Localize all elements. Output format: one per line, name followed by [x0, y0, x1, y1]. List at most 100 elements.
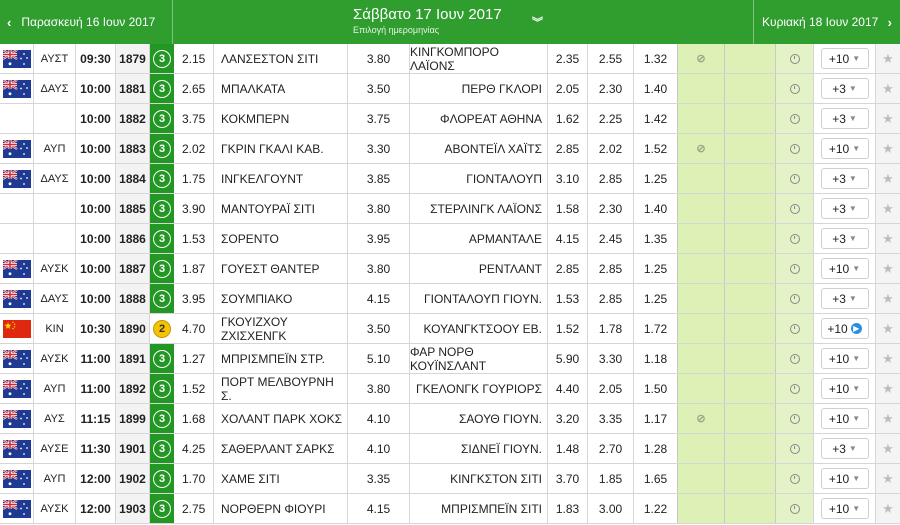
odd-under-button[interactable]: 3.30: [588, 344, 634, 373]
schedule-cell[interactable]: [776, 404, 814, 433]
favourite-button[interactable]: ★: [876, 284, 900, 313]
odd-home-button[interactable]: 1.53: [174, 224, 214, 253]
odd-draw-button[interactable]: 3.80: [348, 254, 410, 283]
odd-away-button[interactable]: 2.85: [548, 254, 588, 283]
odd-under-button[interactable]: 2.55: [588, 44, 634, 73]
more-markets-button[interactable]: +3 ▼: [820, 198, 869, 219]
odd-under-button[interactable]: 2.02: [588, 134, 634, 163]
odd-away-button[interactable]: 1.52: [548, 314, 588, 343]
more-markets-button[interactable]: +3 ▼: [820, 78, 869, 99]
odd-over-button[interactable]: 1.25: [634, 284, 677, 313]
match-row[interactable]: ΔΑΥΣ 10:00 1888 3 3.95 ΣΟΥΜΠΙΑΚΟ 4.15 ΓΙΟΝΤΑΛΟΥ…: [0, 284, 900, 314]
favourite-button[interactable]: ★: [876, 74, 900, 103]
odd-home-button[interactable]: 1.70: [174, 464, 214, 493]
odd-home-button[interactable]: 3.75: [174, 104, 214, 133]
odd-draw-button[interactable]: 3.75: [348, 104, 410, 133]
odd-draw-button[interactable]: 3.35: [348, 464, 410, 493]
favourite-button[interactable]: ★: [876, 134, 900, 163]
more-markets-button[interactable]: +10 ▼: [820, 258, 869, 279]
odd-draw-button[interactable]: 5.10: [348, 344, 410, 373]
more-markets-button[interactable]: +10 ▼: [820, 348, 869, 369]
favourite-button[interactable]: ★: [876, 374, 900, 403]
favourite-button[interactable]: ★: [876, 494, 900, 523]
odd-under-button[interactable]: 2.45: [588, 224, 634, 253]
favourite-button[interactable]: ★: [876, 194, 900, 223]
schedule-cell[interactable]: [776, 464, 814, 493]
odd-under-button[interactable]: 2.05: [588, 374, 634, 403]
odd-away-button[interactable]: 1.83: [548, 494, 588, 523]
odd-draw-button[interactable]: 3.50: [348, 314, 410, 343]
odd-over-button[interactable]: 1.28: [634, 434, 677, 463]
odd-home-button[interactable]: 2.15: [174, 44, 214, 73]
prev-day-button[interactable]: ‹ Παρασκευή 16 Ιουν 2017: [0, 0, 173, 44]
schedule-cell[interactable]: [776, 374, 814, 403]
odd-over-button[interactable]: 1.65: [634, 464, 677, 493]
match-row[interactable]: ΑΥΣΕ 11:30 1901 3 4.25 ΣΑΘΕΡΛΑΝΤ ΣΑΡΚΣ 4.10 ΣΙΔ…: [0, 434, 900, 464]
odd-over-button[interactable]: 1.52: [634, 134, 677, 163]
schedule-cell[interactable]: [776, 44, 814, 73]
odd-draw-button[interactable]: 3.50: [348, 74, 410, 103]
odd-under-button[interactable]: 1.78: [588, 314, 634, 343]
more-markets-button[interactable]: +3 ▼: [820, 108, 869, 129]
match-row[interactable]: ΑΥΠ 10:00 1883 3 2.02 ΓΚΡΙΝ ΓΚΑΛΙ ΚΑΒ. 3.30 ΑΒΟ…: [0, 134, 900, 164]
odd-away-button[interactable]: 3.20: [548, 404, 588, 433]
schedule-cell[interactable]: [776, 104, 814, 133]
favourite-button[interactable]: ★: [876, 314, 900, 343]
odd-over-button[interactable]: 1.25: [634, 254, 677, 283]
odd-over-button[interactable]: 1.42: [634, 104, 677, 133]
next-day-button[interactable]: Κυριακή 18 Ιουν 2017 ›: [753, 0, 900, 44]
odd-home-button[interactable]: 1.75: [174, 164, 214, 193]
more-markets-button[interactable]: +10 ▼: [820, 378, 869, 399]
match-row[interactable]: ΑΥΠ 12:00 1902 3 1.70 ΧΑΜΕ ΣΙΤΙ 3.35 ΚΙΝΓΚΣΤΟΝ …: [0, 464, 900, 494]
favourite-button[interactable]: ★: [876, 224, 900, 253]
more-markets-button[interactable]: +3 ▼: [820, 438, 869, 459]
more-markets-button[interactable]: +3 ▼: [820, 168, 869, 189]
odd-under-button[interactable]: 1.85: [588, 464, 634, 493]
schedule-cell[interactable]: [776, 284, 814, 313]
odd-draw-button[interactable]: 3.80: [348, 44, 410, 73]
match-row[interactable]: ΑΥΠ 11:00 1892 3 1.52 ΠΟΡΤ ΜΕΛΒΟΥΡΝΗ Σ. 3.80 ΓΚ…: [0, 374, 900, 404]
odd-under-button[interactable]: 2.85: [588, 284, 634, 313]
odd-away-button[interactable]: 2.85: [548, 134, 588, 163]
odd-away-button[interactable]: 4.40: [548, 374, 588, 403]
odd-draw-button[interactable]: 3.85: [348, 164, 410, 193]
odd-home-button[interactable]: 1.68: [174, 404, 214, 433]
more-markets-button[interactable]: +10 ▼: [820, 468, 869, 489]
odd-over-button[interactable]: 1.25: [634, 164, 677, 193]
odd-under-button[interactable]: 2.30: [588, 194, 634, 223]
odd-draw-button[interactable]: 3.95: [348, 224, 410, 253]
odd-away-button[interactable]: 2.35: [548, 44, 588, 73]
match-row[interactable]: ΑΥΣΚ 12:00 1903 3 2.75 ΝΟΡΘΕΡΝ ΦΙΟΥΡΙ 4.15 ΜΠΡΙ…: [0, 494, 900, 524]
match-row[interactable]: 10:00 1882 3 3.75 ΚΟΚΜΠΕΡΝ 3.75 ΦΛΟΡΕΑΤ ΑΘΗΝΑ 1…: [0, 104, 900, 134]
odd-over-button[interactable]: 1.50: [634, 374, 677, 403]
odd-over-button[interactable]: 1.40: [634, 74, 677, 103]
match-row[interactable]: ΔΑΥΣ 10:00 1881 3 2.65 ΜΠΑΛΚΑΤΑ 3.50 ΠΕΡΘ ΓΚΛΟΡ…: [0, 74, 900, 104]
schedule-cell[interactable]: [776, 134, 814, 163]
odd-away-button[interactable]: 3.10: [548, 164, 588, 193]
more-markets-button[interactable]: +3 ▼: [820, 228, 869, 249]
favourite-button[interactable]: ★: [876, 104, 900, 133]
odd-under-button[interactable]: 2.25: [588, 104, 634, 133]
more-markets-button[interactable]: +10 ▼: [820, 138, 869, 159]
odd-home-button[interactable]: 2.65: [174, 74, 214, 103]
odd-over-button[interactable]: 1.40: [634, 194, 677, 223]
odd-over-button[interactable]: 1.32: [634, 44, 677, 73]
odd-away-button[interactable]: 1.53: [548, 284, 588, 313]
schedule-cell[interactable]: [776, 434, 814, 463]
more-markets-button[interactable]: +10 ▼: [820, 408, 869, 429]
odd-under-button[interactable]: 2.85: [588, 254, 634, 283]
odd-away-button[interactable]: 1.48: [548, 434, 588, 463]
favourite-button[interactable]: ★: [876, 344, 900, 373]
schedule-cell[interactable]: [776, 494, 814, 523]
odd-away-button[interactable]: 1.58: [548, 194, 588, 223]
odd-under-button[interactable]: 3.35: [588, 404, 634, 433]
match-row[interactable]: 10:00 1885 3 3.90 ΜΑΝΤΟΥΡΑΪ ΣΙΤΙ 3.80 ΣΤΕΡΛΙΝΓ…: [0, 194, 900, 224]
odd-draw-button[interactable]: 4.15: [348, 284, 410, 313]
odd-draw-button[interactable]: 4.15: [348, 494, 410, 523]
match-row[interactable]: ΑΥΣΚ 10:00 1887 3 1.87 ΓΟΥΕΣΤ ΘΑΝΤΕΡ 3.80 ΡΕΝΤΛ…: [0, 254, 900, 284]
odd-home-button[interactable]: 1.52: [174, 374, 214, 403]
match-row[interactable]: ΔΑΥΣ 10:00 1884 3 1.75 ΙΝΓΚΕΛΓΟΥΝΤ 3.85 ΓΙΟΝΤΑΛ…: [0, 164, 900, 194]
double-chevron-down-icon[interactable]: ︾: [532, 14, 543, 30]
odd-away-button[interactable]: 2.05: [548, 74, 588, 103]
odd-draw-button[interactable]: 3.30: [348, 134, 410, 163]
